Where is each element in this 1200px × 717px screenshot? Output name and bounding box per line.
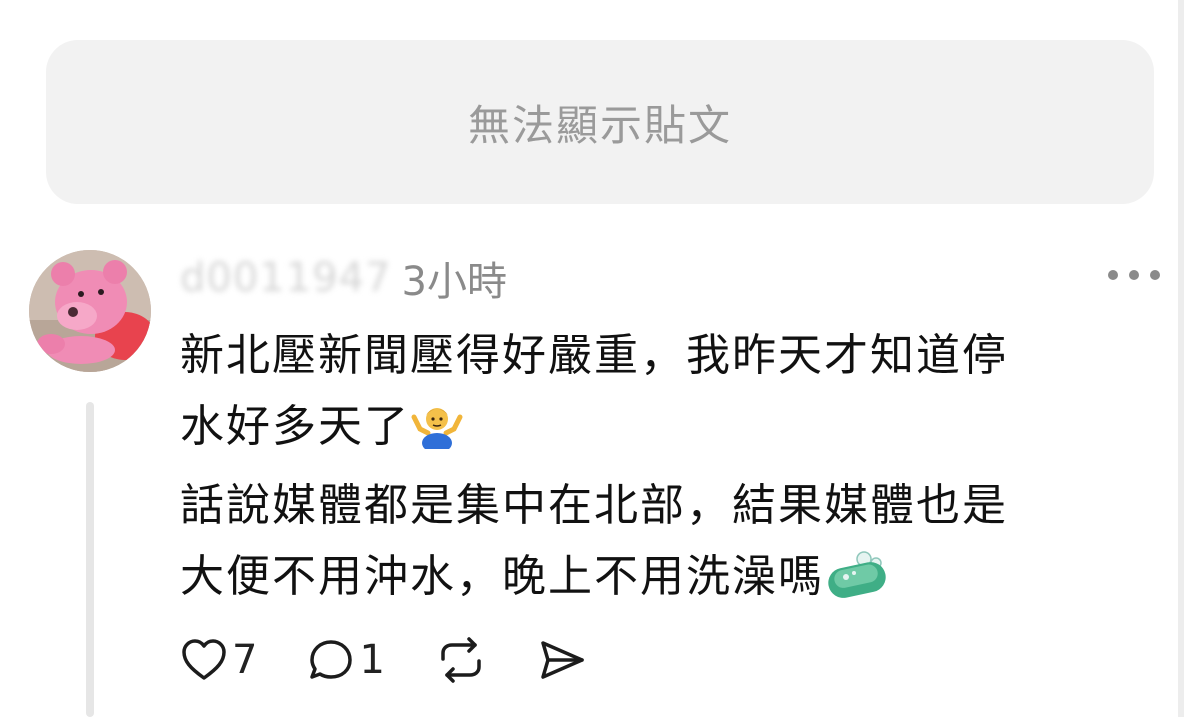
reply-line: 水好多天了 [180,401,410,452]
pink-bear-avatar-icon [29,250,151,372]
reply-line-with-emoji: 大便不用沖水，晚上不用洗澡嗎 [180,541,1140,620]
thread-view: 無法顯示貼文 d0011947 3小時 新北壓新聞壓得好嚴重，我昨天才知道停 水… [0,0,1200,717]
unavailable-post-message: 無法顯示貼文 [467,100,732,150]
like-button[interactable]: 7 [180,637,257,683]
reply-body: 新北壓新聞壓得好嚴重，我昨天才知道停 水好多天了 話說媒體都是集中在北部，結果媒… [180,320,1140,620]
comment-icon [310,640,353,679]
action-bar: 7 1 [180,628,637,692]
reply-header: d0011947 3小時 [180,250,507,306]
repost-icon [441,637,481,683]
scrollbar-track[interactable] [1178,0,1200,717]
timestamp: 3小時 [401,259,507,305]
thread-connector-line [86,402,94,717]
reply-line: 話說媒體都是集中在北部，結果媒體也是 [180,480,1008,531]
share-button[interactable] [537,637,587,683]
more-dot-icon [1150,270,1160,280]
avatar[interactable] [29,250,151,372]
repost-button[interactable] [435,637,487,683]
reply-count: 1 [359,637,385,683]
more-dot-icon [1129,270,1139,280]
soap-emoji [824,549,890,620]
more-dot-icon [1108,270,1118,280]
more-options-button[interactable] [1108,262,1160,288]
like-count: 7 [232,637,258,683]
reply-line: 大便不用沖水，晚上不用洗澡嗎 [180,551,824,602]
unavailable-post-card: 無法顯示貼文 [46,40,1154,204]
reply-line-with-emoji: 水好多天了 [180,391,1140,470]
username[interactable]: d0011947 [180,255,392,301]
person-shrugging-emoji [410,399,464,470]
heart-icon [182,639,226,680]
reply-button[interactable]: 1 [307,637,385,683]
share-icon [541,641,584,679]
reply-line: 新北壓新聞壓得好嚴重，我昨天才知道停 [180,330,1008,381]
